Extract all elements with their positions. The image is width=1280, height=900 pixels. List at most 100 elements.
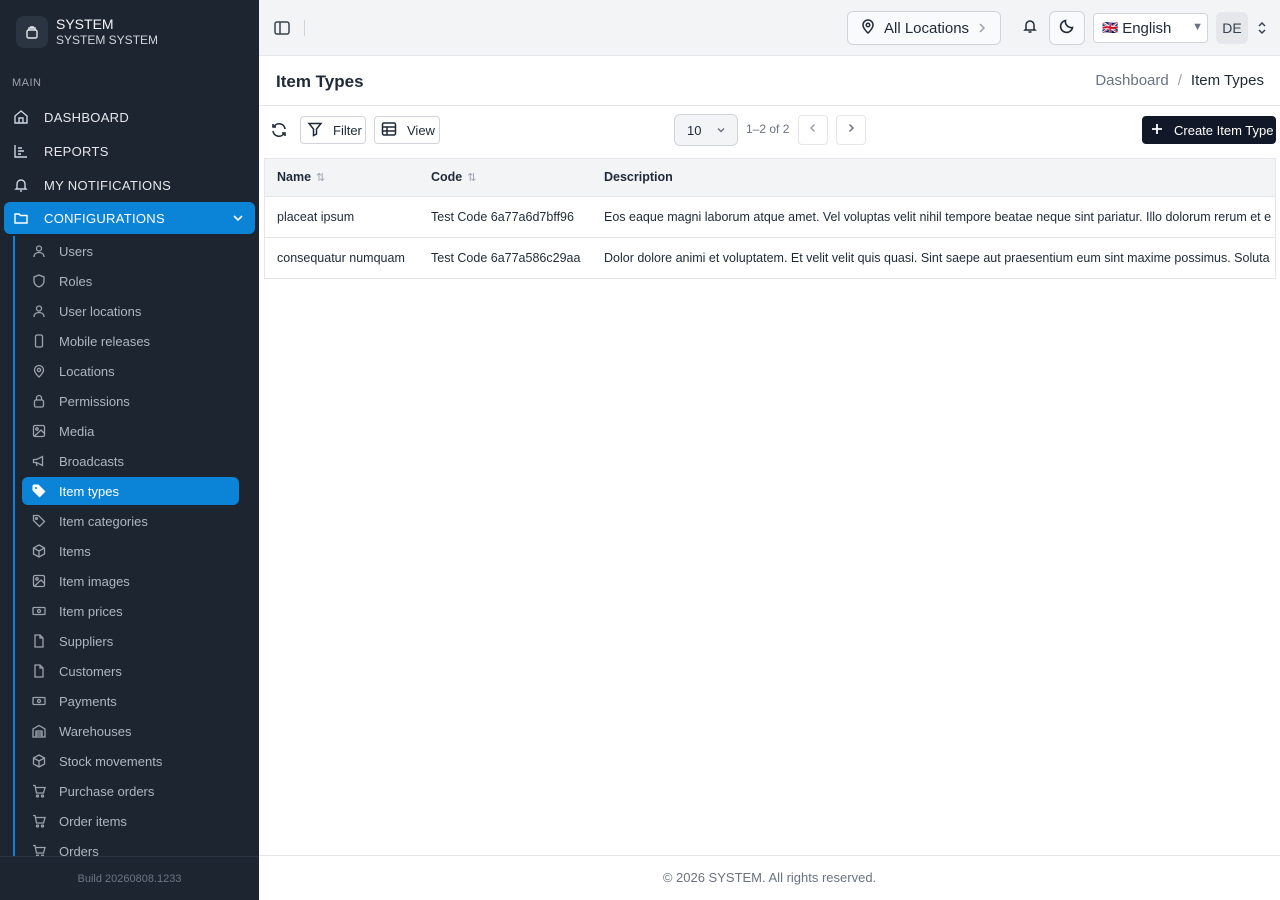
location-selector-button[interactable]: All Locations xyxy=(847,11,1001,45)
sidebar-item-label: Broadcasts xyxy=(59,453,125,469)
sidebar-item-users[interactable]: Users xyxy=(15,236,253,266)
sidebar-item-permissions[interactable]: Permissions xyxy=(15,386,253,416)
table-row[interactable]: placeat ipsum Test Code 6a77a6d7bff96 Eo… xyxy=(265,196,1275,238)
cell-description: Eos eaque magni laborum atque amet. Vel … xyxy=(592,196,1275,238)
column-header-label: Name xyxy=(277,170,312,185)
sidebar-item-reports[interactable]: REPORTS xyxy=(0,134,259,168)
create-item-type-button[interactable]: Create Item Type xyxy=(1142,116,1276,144)
sidebar-item-label: Warehouses xyxy=(59,723,132,739)
box-icon xyxy=(31,753,47,769)
next-page-button[interactable] xyxy=(836,115,866,145)
sidebar-item-item-prices[interactable]: Item prices xyxy=(15,596,253,626)
sidebar-item-label: Locations xyxy=(59,363,115,379)
box-icon xyxy=(31,543,47,559)
caret-down-icon: ▼ xyxy=(1192,21,1203,33)
theme-toggle-button[interactable] xyxy=(1049,11,1085,45)
chevron-right-icon xyxy=(845,121,857,139)
sidebar-item-notifications[interactable]: MY NOTIFICATIONS xyxy=(0,168,259,202)
table-header-row: Name ⇅ Code ⇅ Description xyxy=(265,159,1275,197)
file-icon xyxy=(31,663,47,679)
sidebar-item-roles[interactable]: Roles xyxy=(15,266,253,296)
chevron-right-icon xyxy=(976,21,988,39)
megaphone-icon xyxy=(31,453,47,469)
bell-icon xyxy=(1022,18,1038,39)
view-button[interactable]: View xyxy=(374,116,440,144)
banknote-icon xyxy=(31,693,47,709)
notifications-button[interactable] xyxy=(1013,11,1047,45)
home-icon xyxy=(12,108,30,126)
brand[interactable]: SYSTEM SYSTEM SYSTEM xyxy=(16,16,158,48)
topbar: All Locations 🇬🇧 English ▼ DE xyxy=(259,0,1280,56)
sidebar-item-mobile-releases[interactable]: Mobile releases xyxy=(15,326,253,356)
sidebar-item-order-items[interactable]: Order items xyxy=(15,806,253,836)
sidebar-item-label: Mobile releases xyxy=(59,333,151,349)
sidebar: SYSTEM SYSTEM SYSTEM MAIN DASHBOARD REPO… xyxy=(0,0,259,900)
cart-icon xyxy=(31,813,47,829)
breadcrumb: Dashboard / Item Types xyxy=(1095,72,1264,89)
cart-icon xyxy=(31,783,47,799)
sidebar-item-media[interactable]: Media xyxy=(15,416,253,446)
chevron-updown-icon[interactable] xyxy=(1256,20,1268,36)
footer: © 2026 SYSTEM. All rights reserved. xyxy=(259,855,1280,900)
brand-subtitle: SYSTEM SYSTEM xyxy=(56,33,159,47)
page-size-select[interactable]: 10 xyxy=(674,114,738,146)
breadcrumb-separator: / xyxy=(1177,72,1182,89)
table-row[interactable]: consequatur numquam Test Code 6a77a586c2… xyxy=(265,237,1275,278)
sidebar-item-suppliers[interactable]: Suppliers xyxy=(15,626,253,656)
map-pin-icon xyxy=(31,363,47,379)
file-icon xyxy=(31,633,47,649)
tag-icon xyxy=(31,513,47,529)
sidebar-item-warehouses[interactable]: Warehouses xyxy=(15,716,253,746)
item-types-table: Name ⇅ Code ⇅ Description placeat ipsum Te… xyxy=(264,158,1276,279)
lock-icon xyxy=(31,393,47,409)
sidebar-item-label: DASHBOARD xyxy=(44,109,130,125)
sidebar-item-purchase-orders[interactable]: Purchase orders xyxy=(15,776,253,806)
sidebar-item-item-types[interactable]: Item types xyxy=(22,477,239,505)
image-icon xyxy=(31,573,47,589)
sidebar-item-items[interactable]: Items xyxy=(15,536,253,566)
user-icon xyxy=(31,303,47,319)
sidebar-item-label: Customers xyxy=(59,663,122,679)
previous-page-button[interactable] xyxy=(798,115,828,145)
sidebar-item-payments[interactable]: Payments xyxy=(15,686,253,716)
sidebar-item-configurations[interactable]: CONFIGURATIONS xyxy=(4,202,255,234)
filter-button[interactable]: Filter xyxy=(300,116,366,144)
map-pin-icon xyxy=(860,18,876,38)
column-header-description: Description xyxy=(592,159,1275,197)
image-icon xyxy=(31,423,47,439)
sidebar-toggle-icon[interactable] xyxy=(273,19,291,37)
brand-name: SYSTEM xyxy=(56,16,114,32)
language-select[interactable]: 🇬🇧 English ▼ xyxy=(1093,13,1208,43)
sidebar-item-locations[interactable]: Locations xyxy=(15,356,253,386)
sidebar-item-broadcasts[interactable]: Broadcasts xyxy=(15,446,253,476)
sidebar-item-label: Stock movements xyxy=(59,753,163,769)
sidebar-item-item-images[interactable]: Item images xyxy=(15,566,253,596)
sidebar-item-label: Item categories xyxy=(59,513,148,529)
filter-icon xyxy=(307,121,323,140)
sort-icon[interactable]: ⇅ xyxy=(316,172,325,184)
folder-icon xyxy=(12,209,30,227)
breadcrumb-dashboard-link[interactable]: Dashboard xyxy=(1095,72,1168,89)
sidebar-item-customers[interactable]: Customers xyxy=(15,656,253,686)
sidebar-item-label: MY NOTIFICATIONS xyxy=(44,177,172,193)
sidebar-item-label: Suppliers xyxy=(59,633,114,649)
column-header-name[interactable]: Name ⇅ xyxy=(265,159,419,197)
sidebar-item-dashboard[interactable]: DASHBOARD xyxy=(0,100,259,134)
sidebar-item-stock-movements[interactable]: Stock movements xyxy=(15,746,253,776)
shield-icon xyxy=(31,273,47,289)
sort-icon[interactable]: ⇅ xyxy=(467,172,476,184)
brand-logo-icon xyxy=(16,16,48,48)
sidebar-item-label: Users xyxy=(59,243,93,259)
sidebar-item-label: Purchase orders xyxy=(59,783,155,799)
sidebar-item-label: Item prices xyxy=(59,603,123,619)
refresh-icon[interactable] xyxy=(270,121,288,139)
sidebar-item-user-locations[interactable]: User locations xyxy=(15,296,253,326)
column-header-code[interactable]: Code ⇅ xyxy=(419,159,592,197)
sidebar-section-label: MAIN xyxy=(12,77,42,89)
user-avatar[interactable]: DE xyxy=(1216,12,1248,44)
sidebar-item-label: REPORTS xyxy=(44,143,109,159)
warehouse-icon xyxy=(31,723,47,739)
create-item-type-label: Create Item Type xyxy=(1174,122,1274,138)
tag-icon xyxy=(31,483,47,499)
sidebar-item-item-categories[interactable]: Item categories xyxy=(15,506,253,536)
